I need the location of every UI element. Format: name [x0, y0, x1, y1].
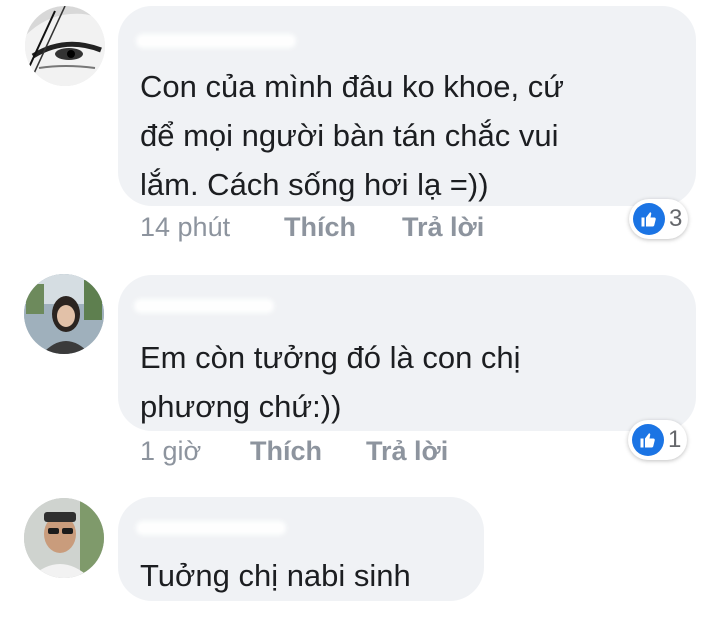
- comment-bubble: Con của mình đâu ko khoe, cứ để mọi ngườ…: [118, 6, 696, 206]
- author-name-redacted: [136, 34, 296, 48]
- comment-time: 14 phút: [140, 212, 231, 242]
- reaction-count: 3: [669, 205, 683, 232]
- author-name-redacted: [136, 521, 286, 535]
- like-link[interactable]: Thích: [284, 212, 356, 243]
- reaction-summary[interactable]: 1: [628, 420, 688, 460]
- avatar[interactable]: [25, 6, 105, 86]
- like-icon: [632, 424, 664, 456]
- comment-actions: 1 giờ Thích Trả lời: [140, 436, 540, 476]
- reaction-summary[interactable]: 3: [629, 199, 689, 239]
- avatar[interactable]: [24, 274, 104, 354]
- comment-2: Em còn tưởng đó là con chị phương chứ:))…: [0, 270, 720, 480]
- reaction-count: 1: [668, 426, 682, 453]
- comment-1: Con của mình đâu ko khoe, cứ để mọi ngườ…: [0, 0, 720, 260]
- like-link[interactable]: Thích: [250, 436, 322, 467]
- comment-time: 1 giờ: [140, 436, 202, 466]
- comment-3: Tuởng chị nabi sinh: [0, 490, 720, 620]
- comment-bubble: Em còn tưởng đó là con chị phương chứ:)): [118, 275, 696, 431]
- comment-bubble: Tuởng chị nabi sinh: [118, 497, 484, 601]
- comment-text: Tuởng chị nabi sinh: [140, 558, 411, 593]
- reply-link[interactable]: Trả lời: [366, 436, 448, 467]
- comment-actions: 14 phút Thích Trả lời: [140, 212, 540, 252]
- reply-link[interactable]: Trả lời: [402, 212, 484, 243]
- like-icon: [633, 203, 665, 235]
- comment-text: Em còn tưởng đó là con chị phương chứ:)): [140, 340, 521, 424]
- author-name-redacted: [134, 299, 274, 313]
- comment-text: Con của mình đâu ko khoe, cứ để mọi ngườ…: [140, 69, 564, 202]
- avatar[interactable]: [24, 498, 104, 578]
